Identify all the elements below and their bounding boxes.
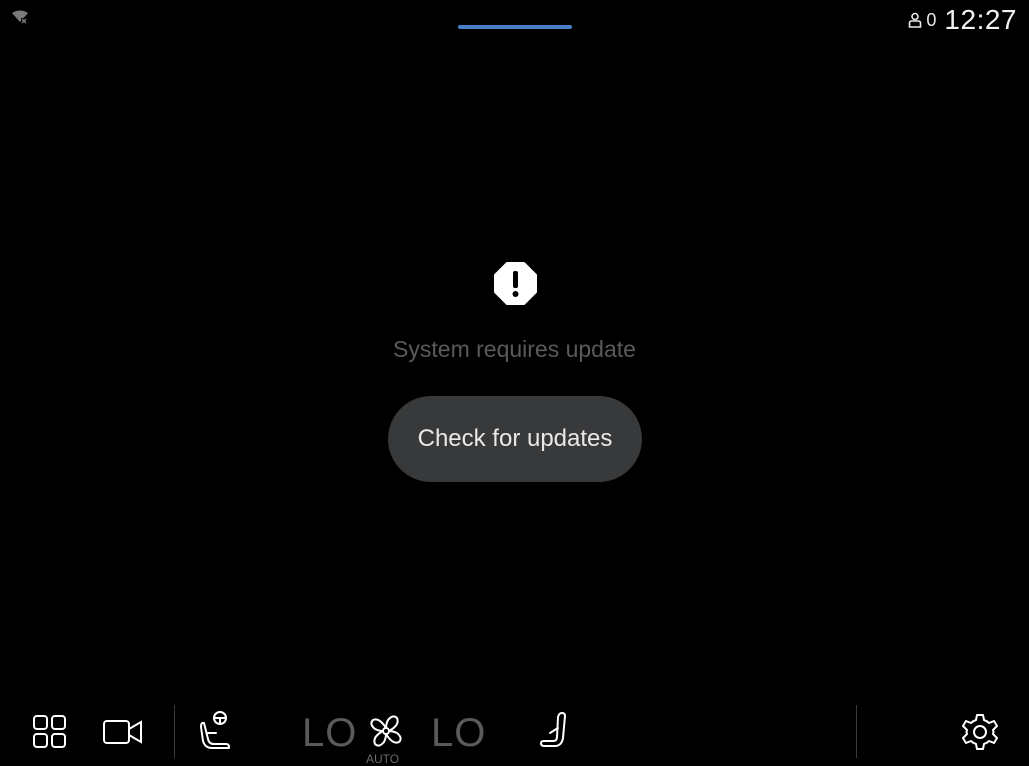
clock: 12:27 xyxy=(944,4,1017,35)
passenger-seat-icon[interactable] xyxy=(538,710,572,757)
driver-seat-heat-icon[interactable] xyxy=(198,709,234,756)
profile-icon xyxy=(909,12,922,28)
warning-octagon-icon xyxy=(493,261,538,306)
fan-icon[interactable] xyxy=(369,713,403,754)
status-message: System requires update xyxy=(393,336,636,362)
right-temperature[interactable]: LO xyxy=(431,711,486,756)
connectivity-icon xyxy=(10,9,30,25)
check-for-updates-button[interactable]: Check for updates xyxy=(388,396,642,482)
divider xyxy=(856,705,857,758)
divider xyxy=(174,705,175,758)
profile-count: 0 xyxy=(926,9,937,30)
left-temperature[interactable]: LO xyxy=(302,711,357,756)
pull-down-handle[interactable] xyxy=(458,25,572,29)
fan-mode-label: AUTO xyxy=(366,752,400,766)
settings-icon[interactable] xyxy=(960,712,1000,757)
app-grid-icon[interactable] xyxy=(32,714,68,755)
status-area: 0 12:27 xyxy=(908,4,1017,36)
camera-icon[interactable] xyxy=(102,716,144,753)
